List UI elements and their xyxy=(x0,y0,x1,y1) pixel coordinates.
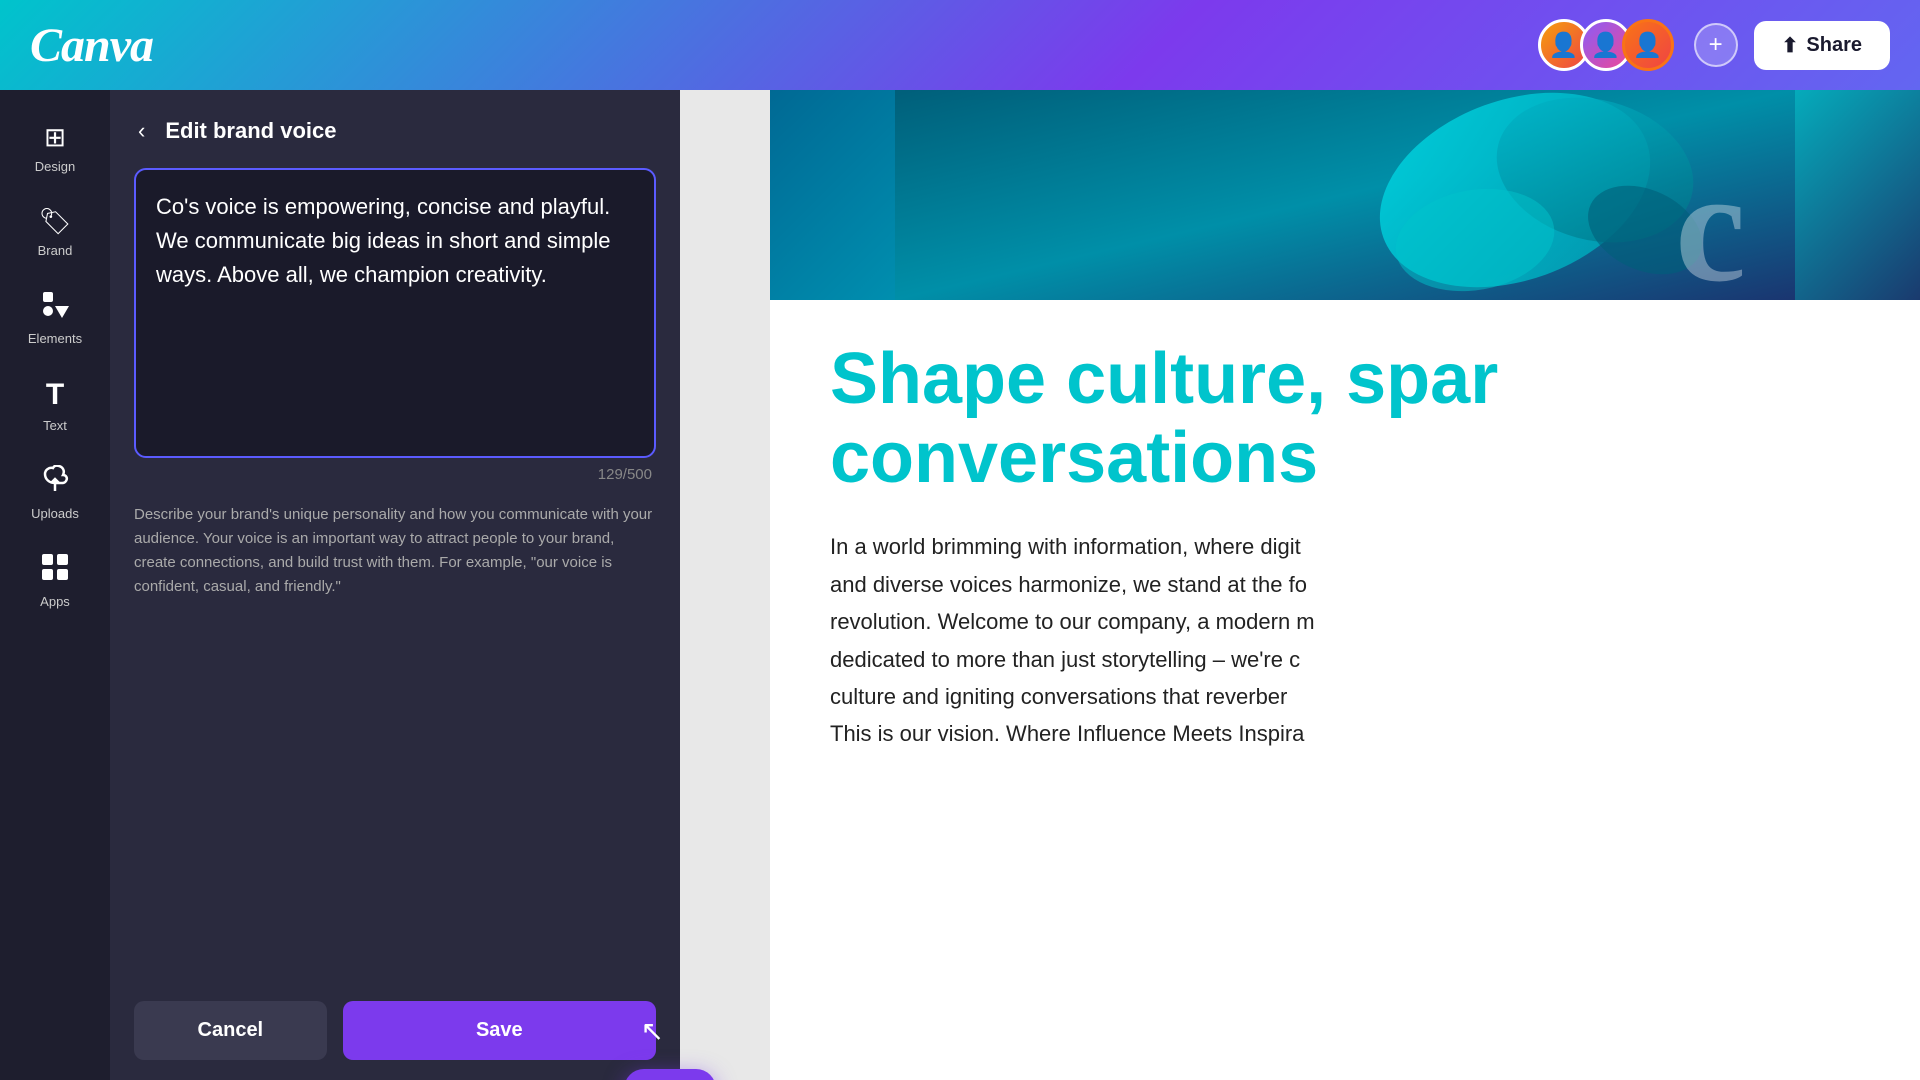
canvas-page: c Shape culture, sparconversations In a … xyxy=(770,90,1920,1080)
canva-logo: Canva xyxy=(30,18,153,73)
svg-text:c: c xyxy=(1675,137,1746,300)
share-icon: ⬆ xyxy=(1782,33,1799,58)
panel-footer: Cancel Save ↖ Amara xyxy=(110,981,680,1080)
header-right: 👤 👤 👤 + ⬆ Share xyxy=(1538,19,1890,71)
sidebar-item-uploads[interactable]: Uploads xyxy=(0,449,110,537)
brand-voice-textarea[interactable] xyxy=(134,168,656,458)
back-button[interactable]: ‹ xyxy=(134,114,149,148)
canvas-heading: Shape culture, sparconversations xyxy=(830,340,1860,498)
sidebar-item-apps[interactable]: Apps xyxy=(0,537,110,625)
panel-header: ‹ Edit brand voice xyxy=(110,90,680,168)
share-label: Share xyxy=(1806,34,1862,57)
canvas-hero-image: c xyxy=(770,90,1920,300)
cursor-icon: ↖ xyxy=(641,1014,664,1047)
brand-icon: 🏷 xyxy=(38,206,71,237)
save-button-wrap: Save ↖ Amara xyxy=(343,1001,656,1060)
design-icon: ⊞ xyxy=(44,122,66,153)
sidebar-item-apps-label: Apps xyxy=(40,594,70,609)
text-icon: T xyxy=(46,378,64,412)
description-text: Describe your brand's unique personality… xyxy=(134,503,656,599)
save-button[interactable]: Save xyxy=(343,1001,656,1060)
cancel-button[interactable]: Cancel xyxy=(134,1001,327,1060)
sidebar-item-design[interactable]: ⊞ Design xyxy=(0,106,110,190)
canvas-content: Shape culture, sparconversations In a wo… xyxy=(770,300,1920,793)
add-collaborator-button[interactable]: + xyxy=(1694,23,1738,67)
brand-voice-panel: ‹ Edit brand voice 129/500 Describe your… xyxy=(110,90,680,1080)
apps-icon xyxy=(41,553,69,588)
uploads-icon xyxy=(41,465,69,500)
char-count: 129/500 xyxy=(134,466,656,483)
avatar-3: 👤 xyxy=(1622,19,1674,71)
sidebar-item-brand[interactable]: 🏷 Brand xyxy=(0,190,110,274)
sidebar-item-text-label: Text xyxy=(43,418,67,433)
sidebar: ⊞ Design 🏷 Brand Elements T Text Uploads xyxy=(0,90,110,1080)
sidebar-item-brand-label: Brand xyxy=(38,243,73,258)
sidebar-item-text[interactable]: T Text xyxy=(0,362,110,449)
amara-tooltip: Amara xyxy=(624,1069,716,1080)
panel-title: Edit brand voice xyxy=(165,118,336,144)
share-button[interactable]: ⬆ Share xyxy=(1754,21,1890,70)
sidebar-item-elements[interactable]: Elements xyxy=(0,274,110,362)
canvas-body-text: In a world brimming with information, wh… xyxy=(830,528,1860,752)
sidebar-item-elements-label: Elements xyxy=(28,331,82,346)
sidebar-item-design-label: Design xyxy=(35,159,75,174)
panel-body: 129/500 Describe your brand's unique per… xyxy=(110,168,680,981)
collaborator-avatars: 👤 👤 👤 xyxy=(1538,19,1674,71)
canvas-area: c Shape culture, sparconversations In a … xyxy=(680,90,1920,1080)
sidebar-item-uploads-label: Uploads xyxy=(31,506,79,521)
elements-icon xyxy=(41,290,69,325)
header: Canva 👤 👤 👤 + ⬆ Share xyxy=(0,0,1920,90)
